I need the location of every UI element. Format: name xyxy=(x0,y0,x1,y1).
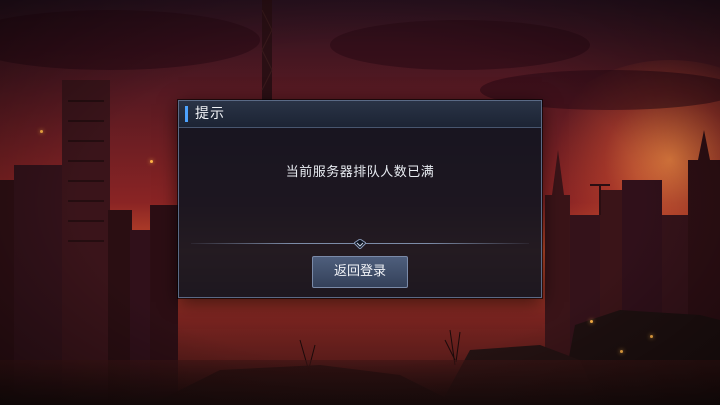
header-accent-bar xyxy=(185,106,188,122)
return-to-login-button[interactable]: 返回登录 xyxy=(312,256,408,288)
dialog-title: 提示 xyxy=(195,106,225,122)
dialog-message: 当前服务器排队人数已满 xyxy=(285,165,435,180)
dialog-header: 提示 xyxy=(179,101,541,128)
game-background: 提示 当前服务器排队人数已满 返回登录 xyxy=(0,0,720,405)
diamond-chevron-icon xyxy=(354,239,366,249)
queue-full-dialog: 提示 当前服务器排队人数已满 返回登录 xyxy=(178,100,542,298)
